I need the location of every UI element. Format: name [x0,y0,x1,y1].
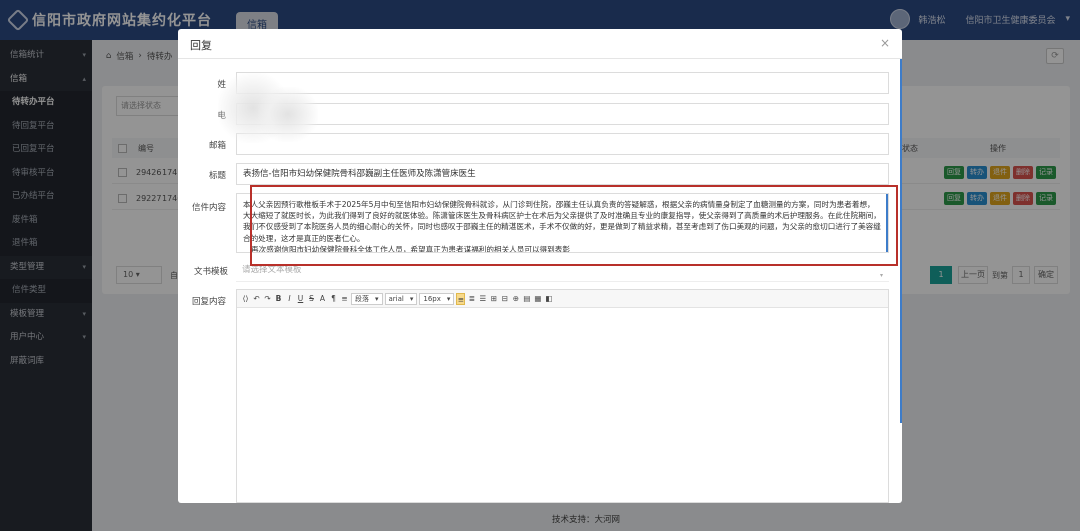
font-size-value: 16px [423,294,441,303]
font-color-icon[interactable]: A [318,293,327,305]
dialog-header: 回复 × [178,29,902,59]
align-justify-icon[interactable]: ⊞ [489,293,498,305]
template-label: 文书模板 [193,267,228,277]
redo-icon[interactable]: ↷ [263,293,272,305]
phone-field[interactable] [236,103,889,125]
html-source-icon[interactable]: ⟨⟩ [241,293,250,305]
template-placeholder: 请选择文本模板 [242,265,302,275]
privacy-blur [258,87,318,142]
strikethrough-icon[interactable]: S [307,293,316,305]
chevron-down-icon: ▾ [409,294,414,303]
email-field[interactable] [236,133,889,155]
chevron-down-icon: ▾ [879,272,883,279]
reply-editor[interactable]: ⟨⟩ ↶ ↷ B I U S A ¶ ≡ 段落 ▾ arial ▾ 16px ▾ ≡ … [236,289,889,503]
link-icon[interactable]: ⊟ [500,293,509,305]
subject-field[interactable]: 表扬信-信阳市妇幼保健院骨科邵巍副主任医师及陈潇管床医生 [236,163,889,185]
font-value: arial [388,294,404,303]
scrollbar[interactable] [900,59,902,423]
highlight-box [250,185,898,266]
close-icon[interactable]: × [880,36,890,50]
letter-content-label: 信件内容 [191,203,226,213]
image-icon[interactable]: ▤ [522,293,531,305]
underline-icon[interactable]: U [296,293,305,305]
align-left-icon[interactable]: ≡ [456,292,466,305]
align-center-icon[interactable]: ≣ [467,293,476,305]
preview-icon[interactable]: ◧ [544,293,553,305]
unlink-icon[interactable]: ⊕ [511,293,520,305]
paragraph-value: 段落 [355,294,369,303]
font-select[interactable]: arial ▾ [384,292,418,305]
chevron-down-icon: ▾ [446,294,451,303]
editor-toolbar: ⟨⟩ ↶ ↷ B I U S A ¶ ≡ 段落 ▾ arial ▾ 16px ▾ ≡ … [237,290,888,308]
align-right-icon[interactable]: ☰ [478,293,487,305]
chevron-down-icon: ▾ [375,294,379,303]
bold-icon[interactable]: B [274,293,283,305]
reply-content-label: 回复内容 [191,297,226,307]
font-size-select[interactable]: 16px ▾ [419,292,455,305]
italic-icon[interactable]: I [285,293,294,305]
reply-dialog: 回复 × 姓 电 邮箱 标题 表扬信-信阳市妇幼保健院骨科邵巍副主任医师及陈潇管… [178,29,902,503]
paragraph-icon[interactable]: ¶ [329,293,338,305]
subject-label: 标题 [208,171,226,181]
dialog-title: 回复 [190,39,212,52]
list-icon[interactable]: ≡ [340,293,349,305]
undo-icon[interactable]: ↶ [252,293,261,305]
paragraph-select[interactable]: 段落 ▾ [351,292,383,305]
name-field[interactable] [236,72,889,94]
table-icon[interactable]: ▦ [533,293,542,305]
